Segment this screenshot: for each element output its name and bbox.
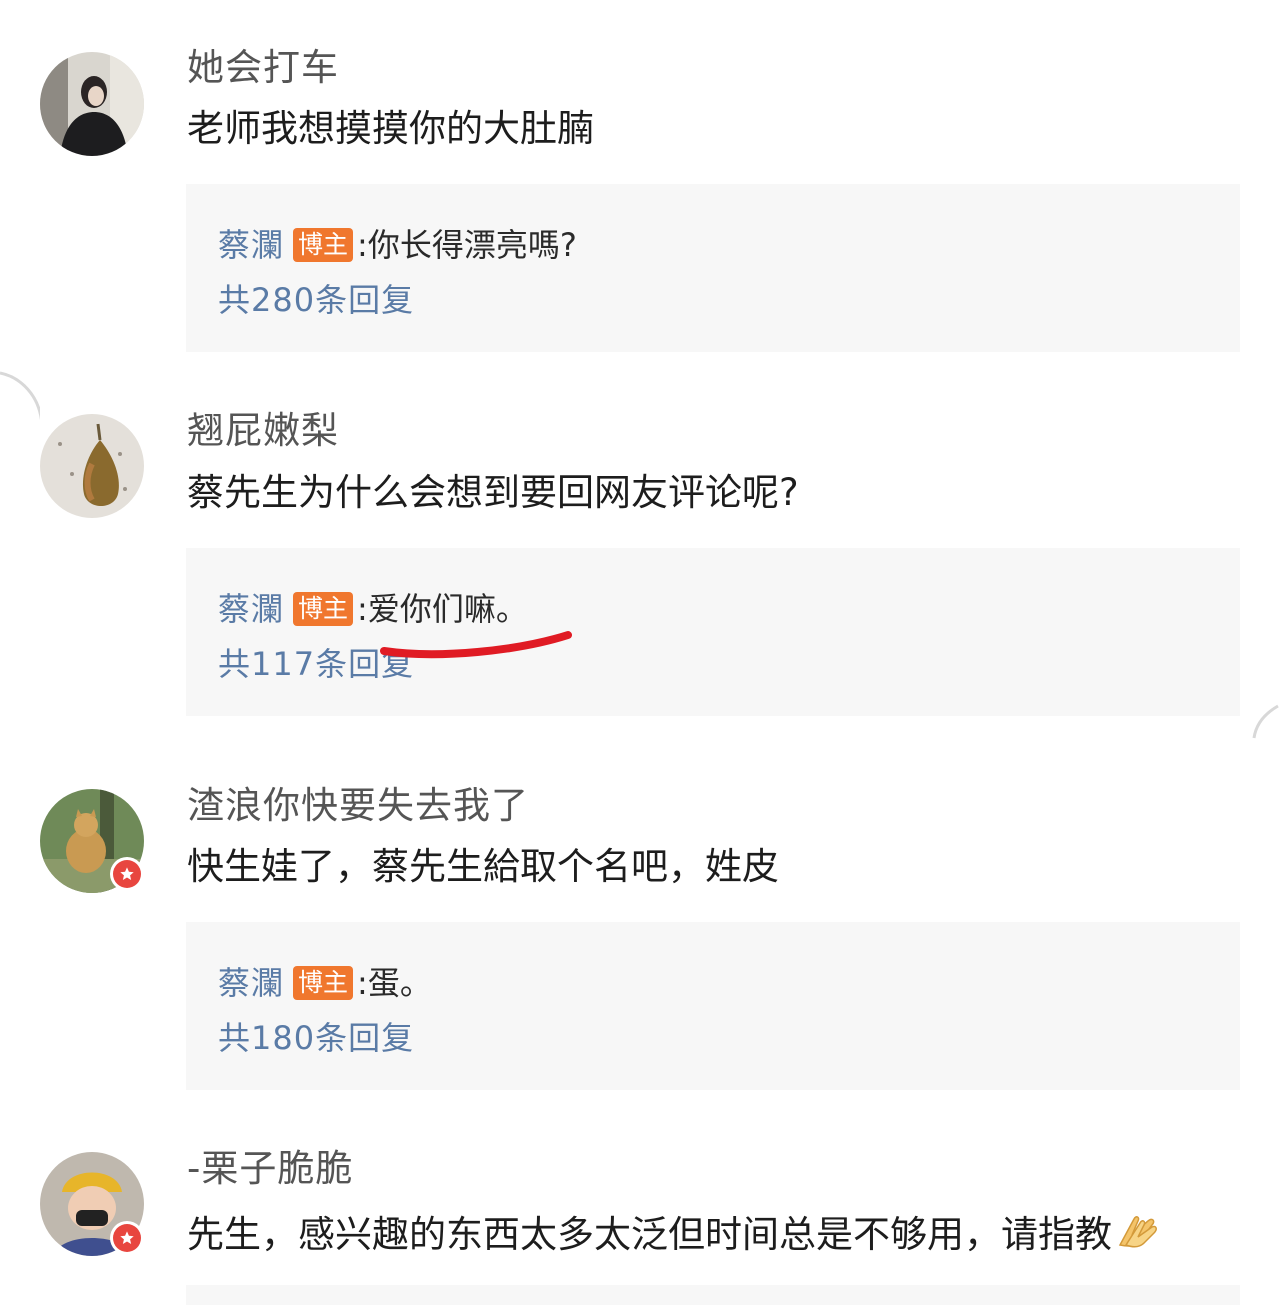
reply-separator: :: [357, 589, 368, 628]
reply-line: 蔡瀾 博主 : 你长得漂亮嗎?: [218, 228, 577, 262]
reply-author[interactable]: 蔡瀾: [218, 229, 284, 261]
reply-line: 蔡瀾 博主 : 爱你们嘛。: [218, 592, 528, 626]
reply-author[interactable]: 蔡瀾: [218, 967, 284, 999]
owner-tag: 博主: [293, 228, 354, 262]
reply-count-link[interactable]: 共180条回复: [218, 1022, 414, 1054]
comment-content: 先生，感兴趣的东西太多太泛但时间总是不够用，请指教: [187, 1211, 1160, 1257]
reply-text: 你长得漂亮嗎?: [367, 225, 577, 264]
reply-separator: :: [357, 963, 368, 1002]
edge-arc-decoration: [1252, 704, 1279, 739]
reply-text: 爱你们嘛。: [367, 589, 528, 628]
comment-username[interactable]: 渣浪你快要失去我了: [187, 787, 529, 824]
edge-arc-decoration: [0, 371, 40, 422]
reply-count-link[interactable]: 共280条回复: [218, 284, 414, 316]
reply-preview[interactable]: 蔡瀾 博主 : 你长得漂亮嗎? 共280条回复: [186, 184, 1240, 352]
praying-hands-icon: [1114, 1211, 1160, 1257]
avatar[interactable]: [40, 52, 144, 156]
owner-tag: 博主: [293, 592, 354, 626]
avatar[interactable]: [40, 414, 144, 518]
comment-username[interactable]: -栗子脆脆: [187, 1150, 353, 1187]
star-icon: [113, 860, 141, 888]
comment-content: 快生娃了，蔡先生給取个名吧，姓皮: [187, 845, 779, 888]
comment-text: 先生，感兴趣的东西太多太泛但时间总是不够用，请指教: [187, 1212, 1112, 1256]
reply-separator: :: [357, 225, 368, 264]
reply-preview[interactable]: 蔡瀾 博主 : 蛋。 共180条回复: [186, 922, 1240, 1090]
reply-text: 蛋。: [367, 963, 432, 1002]
reply-preview[interactable]: 蔡瀾 博主 : 爱你们嘛。 共117条回复: [186, 548, 1240, 716]
reply-line: 蔡瀾 博主 : 蛋。: [218, 966, 432, 1000]
comment-username[interactable]: 她会打车: [187, 49, 339, 86]
red-underline-annotation: [380, 631, 572, 659]
vip-badge: [110, 857, 144, 891]
comment-username[interactable]: 翘屁嫩梨: [187, 412, 339, 449]
star-icon: [113, 1224, 141, 1252]
vip-badge: [110, 1221, 144, 1255]
owner-tag: 博主: [293, 966, 354, 1000]
comment-content: 老师我想摸摸你的大肚腩: [187, 107, 594, 150]
reply-author[interactable]: 蔡瀾: [218, 593, 284, 625]
reply-preview[interactable]: [186, 1285, 1240, 1305]
comment-content: 蔡先生为什么会想到要回网友评论呢?: [187, 471, 799, 514]
